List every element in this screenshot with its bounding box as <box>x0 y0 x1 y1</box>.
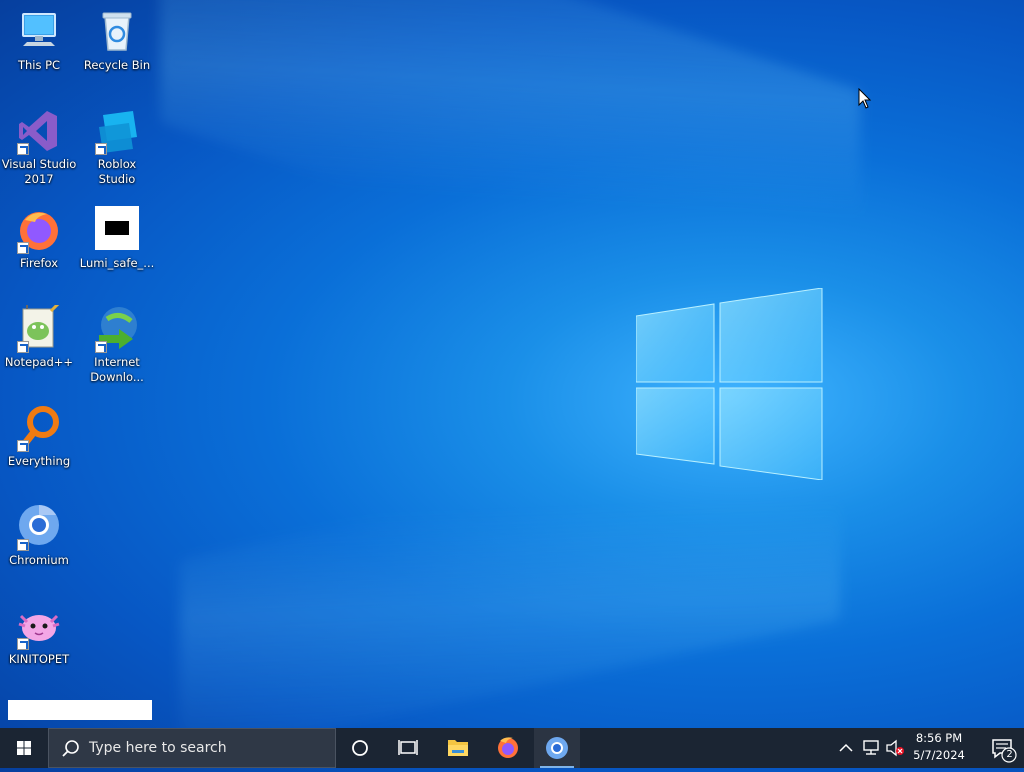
clock-time: 8:56 PM <box>915 731 963 745</box>
show-hidden-icons-chevron-icon[interactable] <box>836 740 856 756</box>
computer-icon <box>15 8 63 56</box>
desktop-icon-recycle-bin[interactable]: Recycle Bin <box>78 8 156 73</box>
everything-search-icon <box>15 404 63 452</box>
cortana-button[interactable] <box>337 728 383 768</box>
notepad-plus-plus-icon <box>15 301 63 353</box>
search-placeholder: Type here to search <box>89 740 227 756</box>
generic-file-icon <box>93 206 141 254</box>
desktop-icon-firefox[interactable]: Firefox <box>0 206 78 271</box>
taskbar-firefox[interactable] <box>485 728 531 768</box>
start-button[interactable] <box>0 728 48 768</box>
desktop-icon-chromium[interactable]: Chromium <box>0 503 78 568</box>
firefox-icon <box>498 737 518 758</box>
firefox-icon <box>15 206 63 254</box>
internet-download-manager-icon <box>93 305 141 353</box>
chromium-icon <box>15 503 63 551</box>
desktop-icon-label: Everything <box>7 454 71 468</box>
shortcut-arrow-icon <box>95 143 107 155</box>
desktop-icon-label: KINITOPET <box>8 652 70 666</box>
network-icon[interactable] <box>860 739 882 757</box>
search-icon <box>62 740 79 757</box>
taskbar-chromium[interactable] <box>534 728 580 768</box>
desktop-icon-visual-studio[interactable]: Visual Studio 2017 <box>0 107 78 187</box>
desktop-icon-label: Lumi_safe_... <box>79 256 155 270</box>
desktop-icon-label: This PC <box>17 58 61 72</box>
desktop-icon-this-pc[interactable]: This PC <box>0 8 78 73</box>
shortcut-arrow-icon <box>17 638 29 650</box>
shortcut-arrow-icon <box>17 242 29 254</box>
desktop-icon-label: Notepad++ <box>4 355 74 369</box>
recycle-bin-icon <box>93 8 141 56</box>
desktop-icon-kinitopet[interactable]: KINITOPET <box>0 602 78 667</box>
shortcut-arrow-icon <box>17 539 29 551</box>
desktop-icon-label: Visual Studio 2017 <box>1 157 77 186</box>
desktop-icon-internet-download-manager[interactable]: Internet Downlo... <box>78 305 156 385</box>
desktop-icon-roblox-studio[interactable]: Roblox Studio <box>78 107 156 187</box>
shortcut-arrow-icon <box>17 440 29 452</box>
desktop-icon-label: Chromium <box>9 553 69 567</box>
action-center-button[interactable]: 2 <box>982 728 1024 768</box>
shortcut-arrow-icon <box>17 341 29 353</box>
file-explorer-icon <box>448 740 468 756</box>
volume-muted-icon[interactable] <box>884 739 906 757</box>
cortana-circle-icon <box>352 740 368 756</box>
desktop-icon-lumi-safe[interactable]: Lumi_safe_... <box>78 206 156 271</box>
desktop-icon-label: Firefox <box>19 256 59 270</box>
task-view-icon <box>398 740 418 755</box>
axolotl-icon <box>15 602 63 650</box>
taskbar-clock[interactable]: 8:56 PM 5/7/2024 <box>906 730 972 766</box>
visual-studio-icon <box>15 107 63 155</box>
mouse-cursor-icon <box>858 88 872 109</box>
taskbar: Type here to search 8:56 PM 5/7/2024 2 <box>0 728 1024 768</box>
chromium-icon <box>546 737 568 759</box>
desktop-icon-label: Roblox Studio <box>97 157 137 186</box>
clock-date: 5/7/2024 <box>913 748 965 762</box>
notification-count-badge: 2 <box>1006 749 1013 760</box>
taskbar-search-box[interactable]: Type here to search <box>48 728 336 768</box>
desktop-icon-label: Internet Downlo... <box>90 355 144 384</box>
desktop: This PC Recycle Bin Visual Studio 2017 R… <box>0 0 1024 728</box>
desktop-icon-notepad-plus-plus[interactable]: Notepad++ <box>0 301 78 370</box>
blank-white-box <box>8 700 152 720</box>
windows-logo-wallpaper <box>636 288 823 480</box>
desktop-icon-everything[interactable]: Everything <box>0 404 78 469</box>
notification-icon <box>992 739 1017 763</box>
taskbar-file-explorer[interactable] <box>435 728 481 768</box>
shortcut-arrow-icon <box>95 341 107 353</box>
task-view-button[interactable] <box>385 728 431 768</box>
windows-start-icon <box>17 741 31 755</box>
roblox-studio-icon <box>93 107 141 155</box>
desktop-icon-label: Recycle Bin <box>83 58 151 72</box>
shortcut-arrow-icon <box>17 143 29 155</box>
